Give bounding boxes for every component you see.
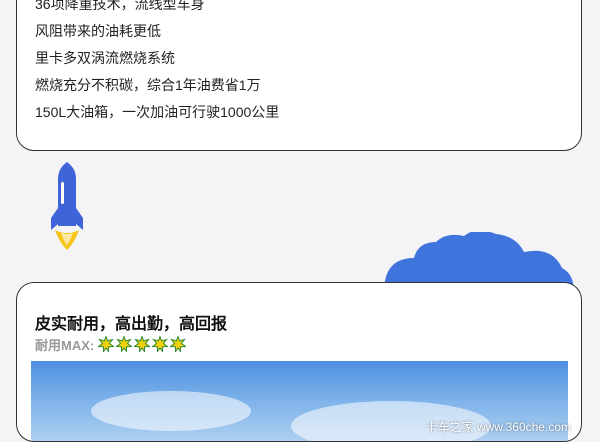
- watermark: 卡车之家 www.360che.com: [425, 420, 571, 434]
- star-rating: [98, 336, 188, 352]
- rocket-icon: [51, 162, 83, 250]
- star-icon: [98, 336, 115, 352]
- star-icon: [116, 336, 133, 352]
- feature-item: 36项降重技术，流线型车身: [35, 0, 205, 12]
- star-icon: [134, 336, 151, 352]
- feature-item: 燃烧充分不积碳，综合1年油费省1万: [35, 77, 261, 93]
- feature-item: 150L大油箱，一次加油可行驶1000公里: [35, 104, 280, 120]
- star-icon: [152, 336, 169, 352]
- feature-list: 36项降重技术，流线型车身 风阻带来的油耗更低 里卡多双涡流燃烧系统 燃烧充分不…: [35, 0, 280, 126]
- section-title: 皮实耐用，高出勤，高回报: [35, 316, 228, 333]
- feature-item: 里卡多双涡流燃烧系统: [35, 50, 175, 66]
- feature-item: 风阻带来的油耗更低: [35, 23, 161, 39]
- star-icon: [170, 336, 187, 352]
- features-card: 36项降重技术，流线型车身 风阻带来的油耗更低 里卡多双涡流燃烧系统 燃烧充分不…: [16, 0, 582, 151]
- durability-card: 皮实耐用，高出勤，高回报 耐用MAX: 卡车之家 www.360che.com: [16, 282, 582, 442]
- rating-label: 耐用MAX:: [35, 337, 95, 353]
- photo-cloud: [91, 391, 251, 431]
- rating-row: 耐用MAX:: [35, 336, 188, 353]
